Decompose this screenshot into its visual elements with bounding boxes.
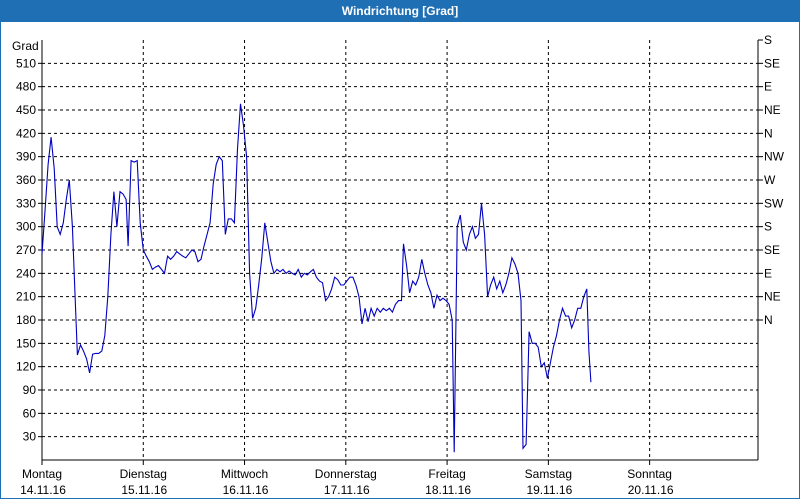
y-tick-label: 300 <box>16 220 36 234</box>
chart-title-text: Windrichtung [Grad] <box>341 4 459 18</box>
y-tick-label: 60 <box>23 406 37 420</box>
x-tick-day: Montag <box>22 467 62 481</box>
right-tick-label: NW <box>764 150 785 164</box>
right-tick-label: E <box>764 80 772 94</box>
y-tick-label: 30 <box>23 430 37 444</box>
y-tick-label: 390 <box>16 150 36 164</box>
x-tick-date: 18.11.16 <box>425 483 471 497</box>
y-tick-label: 480 <box>16 80 36 94</box>
y-tick-label: 360 <box>16 173 36 187</box>
x-tick-date: 15.11.16 <box>121 483 167 497</box>
right-tick-label: S <box>764 220 772 234</box>
tick-labels: 30 60 90 120 150 180 210 240 270 300 330 360 390 420 4… <box>12 33 785 497</box>
x-tick-day: Dienstag <box>120 467 167 481</box>
chart-title: Windrichtung [Grad] <box>0 0 800 22</box>
right-tick-label: S <box>764 33 772 47</box>
y-tick-label: 120 <box>16 360 36 374</box>
y-tick-label: 180 <box>16 313 36 327</box>
wind-direction-chart: 30 60 90 120 150 180 210 240 270 300 330 360 390 420 4… <box>12 33 785 497</box>
right-tick-label: NE <box>764 290 781 304</box>
y-tick-label: 330 <box>16 196 36 210</box>
y-tick-label: 450 <box>16 103 36 117</box>
x-tick-date: 20.11.16 <box>628 483 674 497</box>
x-tick-date: 17.11.16 <box>324 483 370 497</box>
y-tick-label: 270 <box>16 243 36 257</box>
x-tick-day: Samstag <box>525 467 572 481</box>
y-tick-label: 90 <box>23 383 37 397</box>
right-tick-label: NE <box>764 103 781 117</box>
right-tick-label: SW <box>764 196 784 210</box>
x-tick-date: 16.11.16 <box>223 483 269 497</box>
x-tick-day: Donnerstag <box>315 467 377 481</box>
y-tick-label: 150 <box>16 336 36 350</box>
right-tick-label: E <box>764 266 772 280</box>
right-tick-label: N <box>764 126 773 140</box>
x-tick-day: Sonntag <box>627 467 672 481</box>
x-tick-date: 14.11.16 <box>20 483 66 497</box>
y-tick-label: 420 <box>16 126 36 140</box>
x-tick-day: Mittwoch <box>221 467 268 481</box>
x-tick-date: 19.11.16 <box>526 483 572 497</box>
series-line-wind-direction <box>41 103 592 453</box>
y-tick-label: 240 <box>16 266 36 280</box>
x-tick-day: Freitag <box>428 467 465 481</box>
right-tick-label: N <box>764 313 773 327</box>
y-tick-label: 210 <box>16 290 36 304</box>
series-layer <box>41 103 592 453</box>
right-tick-label: W <box>764 173 776 187</box>
right-tick-label: SE <box>764 56 780 70</box>
right-tick-label: SE <box>764 243 780 257</box>
y-tick-label: 510 <box>16 56 36 70</box>
axes <box>38 39 763 465</box>
grid <box>42 40 758 460</box>
y-axis-label: Grad <box>12 39 39 53</box>
